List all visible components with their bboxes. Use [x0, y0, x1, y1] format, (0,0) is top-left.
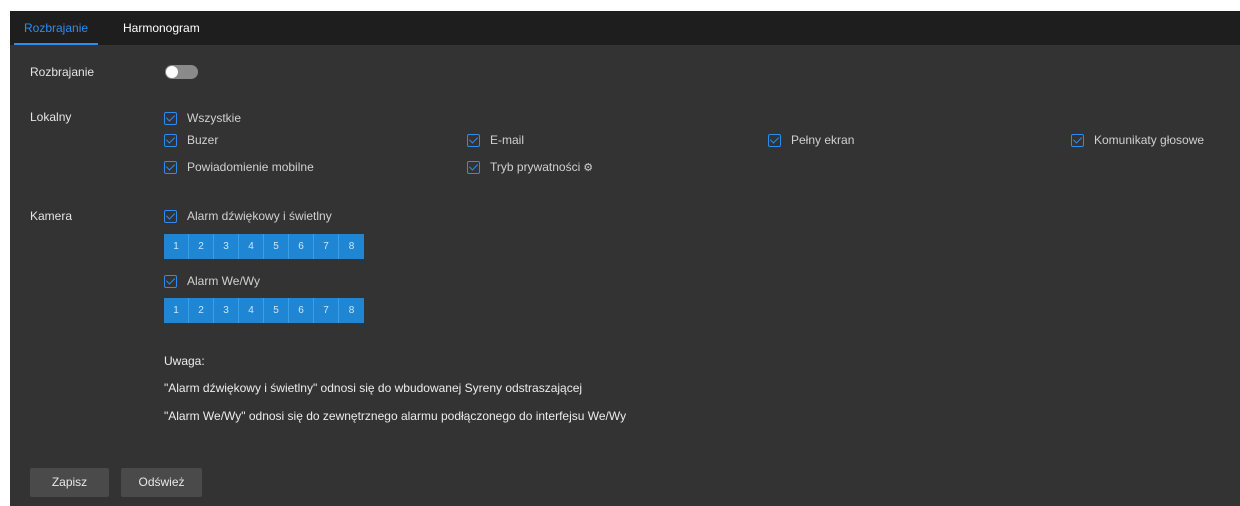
note-line-sound-light: "Alarm dźwiękowy i świetlny" odnosi się … [164, 381, 583, 395]
local-label: Lokalny [30, 110, 72, 124]
checkbox-label: Alarm We/Wy [187, 274, 261, 288]
local-buzzer-checkbox[interactable]: Buzer [164, 132, 218, 148]
channel-button[interactable]: 7 [314, 298, 339, 323]
disarm-label: Rozbrajanie [30, 65, 95, 79]
local-privacy-mode-checkbox[interactable]: Tryb prywatności ⚙ [467, 159, 593, 175]
local-all-checkbox[interactable]: Wszystkie [164, 110, 241, 126]
channel-button[interactable]: 4 [239, 298, 264, 323]
channel-button[interactable]: 2 [189, 234, 214, 259]
local-voice-prompts-checkbox[interactable]: Komunikaty głosowe [1071, 132, 1204, 148]
checkbox-checked-icon [1071, 133, 1084, 147]
channel-button[interactable]: 3 [214, 298, 239, 323]
channel-button[interactable]: 7 [314, 234, 339, 259]
channel-button[interactable]: 5 [264, 298, 289, 323]
checkbox-label: Pełny ekran [791, 133, 855, 147]
checkbox-checked-icon [467, 160, 480, 174]
checkbox-checked-icon [164, 160, 177, 174]
checkbox-checked-icon [467, 133, 480, 147]
checkbox-label: Komunikaty głosowe [1094, 133, 1205, 147]
note-title: Uwaga: [164, 354, 205, 368]
sound-light-alarm-checkbox[interactable]: Alarm dźwiękowy i świetlny [164, 208, 332, 224]
checkbox-checked-icon [164, 111, 177, 125]
camera-label: Kamera [30, 209, 73, 223]
gear-icon[interactable]: ⚙ [583, 161, 593, 174]
channel-button[interactable]: 4 [239, 234, 264, 259]
checkbox-label: Alarm dźwiękowy i świetlny [187, 209, 332, 223]
checkbox-checked-icon [164, 209, 177, 223]
checkbox-checked-icon [768, 133, 781, 147]
tab-bar: Rozbrajanie Harmonogram [10, 11, 1240, 45]
sound-light-channel-selector: 1 2 3 4 5 6 7 8 [164, 234, 364, 259]
disarm-toggle[interactable] [165, 65, 198, 79]
checkbox-label: E-mail [490, 133, 525, 147]
tab-disarm[interactable]: Rozbrajanie [13, 11, 99, 45]
checkbox-label: Tryb prywatności [490, 160, 581, 174]
channel-button[interactable]: 6 [289, 234, 314, 259]
local-mobile-push-checkbox[interactable]: Powiadomienie mobilne [164, 159, 314, 175]
note-line-io: "Alarm We/Wy" odnosi się do zewnętrznego… [164, 409, 627, 423]
disarm-settings-panel: Rozbrajanie Harmonogram Rozbrajanie Loka… [10, 11, 1240, 506]
channel-button[interactable]: 6 [289, 298, 314, 323]
channel-button[interactable]: 1 [164, 234, 189, 259]
checkbox-label: Powiadomienie mobilne [187, 160, 314, 174]
checkbox-label: Wszystkie [187, 111, 241, 125]
toggle-knob [166, 66, 178, 78]
io-channel-selector: 1 2 3 4 5 6 7 8 [164, 298, 364, 323]
save-button[interactable]: Zapisz [30, 468, 109, 497]
channel-button[interactable]: 5 [264, 234, 289, 259]
local-fullscreen-checkbox[interactable]: Pełny ekran [768, 132, 854, 148]
checkbox-checked-icon [164, 274, 177, 288]
tab-schedule[interactable]: Harmonogram [123, 11, 200, 45]
channel-button[interactable]: 8 [339, 234, 364, 259]
checkbox-label: Buzer [187, 133, 219, 147]
io-alarm-checkbox[interactable]: Alarm We/Wy [164, 273, 260, 289]
local-email-checkbox[interactable]: E-mail [467, 132, 524, 148]
channel-button[interactable]: 8 [339, 298, 364, 323]
checkbox-checked-icon [164, 133, 177, 147]
channel-button[interactable]: 3 [214, 234, 239, 259]
channel-button[interactable]: 1 [164, 298, 189, 323]
refresh-button[interactable]: Odśwież [121, 468, 202, 497]
channel-button[interactable]: 2 [189, 298, 214, 323]
